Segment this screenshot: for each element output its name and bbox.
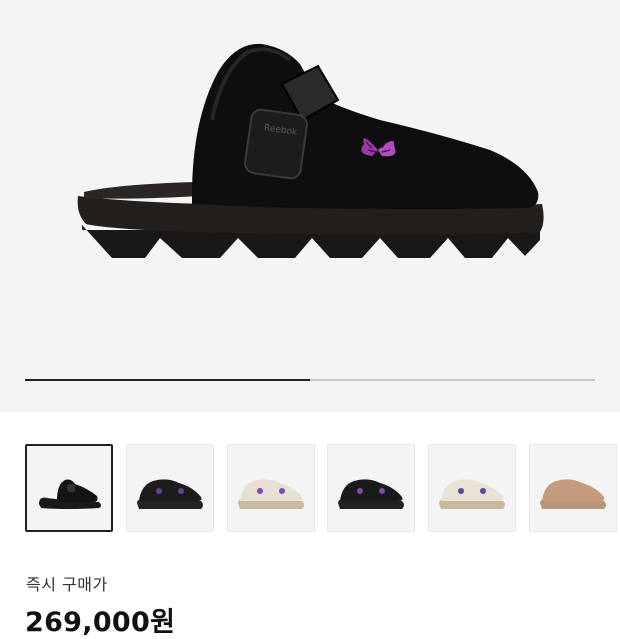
product-image-carousel[interactable]: Reebok bbox=[0, 0, 620, 412]
thumbnail-5[interactable] bbox=[428, 444, 516, 532]
thumbnail-2[interactable] bbox=[126, 444, 214, 532]
thumbnail-3[interactable] bbox=[227, 444, 315, 532]
carousel-progress-track bbox=[25, 379, 595, 381]
product-image: Reebok bbox=[77, 43, 544, 258]
thumbnail-strip bbox=[25, 444, 620, 532]
instant-buy-price-label: 즉시 구매가 bbox=[26, 575, 108, 594]
thumbnail-1[interactable] bbox=[25, 444, 113, 532]
carousel-progress-fill bbox=[25, 379, 310, 381]
thumbnail-4[interactable] bbox=[327, 444, 415, 532]
thumbnail-6[interactable] bbox=[529, 444, 617, 532]
